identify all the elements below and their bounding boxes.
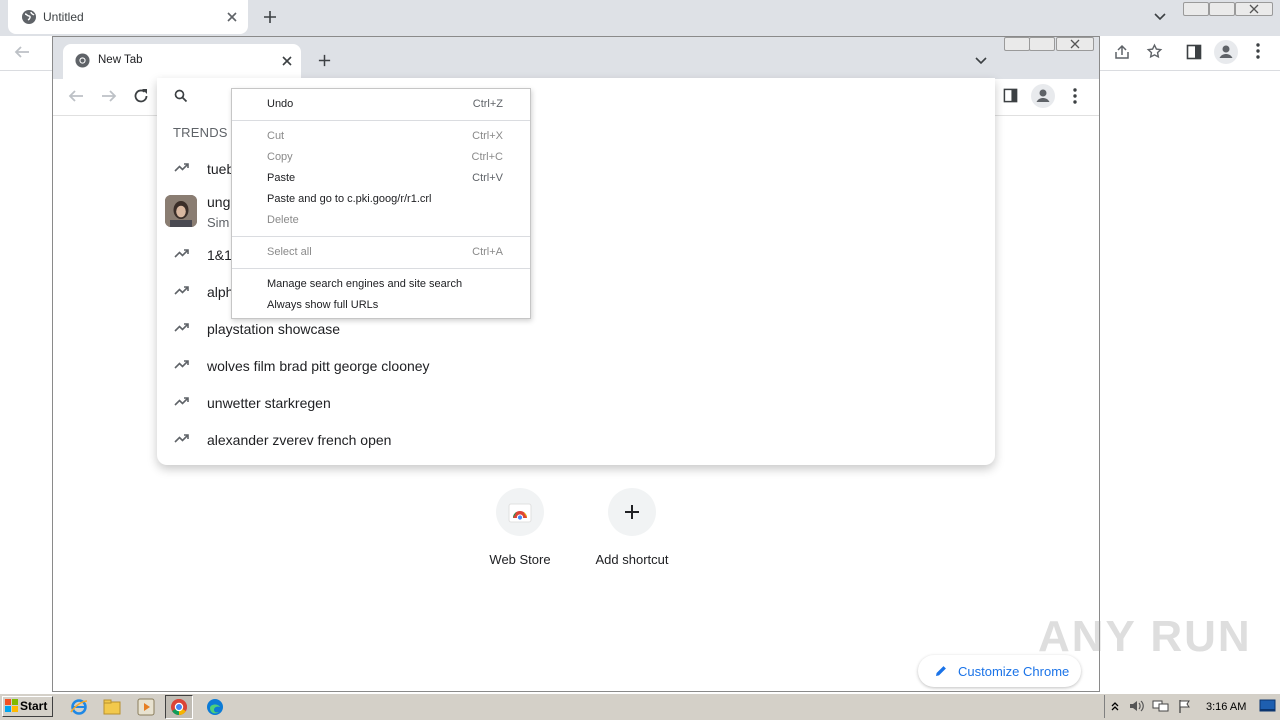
reload-icon[interactable] xyxy=(132,87,150,105)
suggestion-item[interactable]: alexander zverev french open xyxy=(207,432,391,448)
close-window-button[interactable] xyxy=(1056,37,1094,51)
customize-chrome-label: Customize Chrome xyxy=(958,664,1070,679)
close-window-button[interactable] xyxy=(1235,2,1273,16)
back-arrow-icon[interactable] xyxy=(67,88,85,104)
suggestion-item[interactable]: wolves film brad pitt george clooney xyxy=(207,358,430,374)
menu-kebab-icon[interactable] xyxy=(1073,88,1077,104)
anyrun-watermark: ANY RUN xyxy=(1038,612,1252,661)
web-store-label[interactable]: Web Store xyxy=(460,552,580,567)
menu-kebab-icon[interactable] xyxy=(1256,43,1260,59)
show-desktop-icon[interactable] xyxy=(1259,699,1276,713)
chrome-icon xyxy=(171,699,187,715)
minimize-button[interactable] xyxy=(1183,2,1209,16)
menu-item-paste-and-go[interactable]: Paste and go to c.pki.goog/r/r1.crl xyxy=(267,193,431,205)
menu-item-delete[interactable]: Delete xyxy=(267,214,299,226)
forward-arrow-icon[interactable] xyxy=(100,88,118,104)
side-panel-icon[interactable] xyxy=(1003,88,1018,103)
chrome-logo-icon xyxy=(75,53,90,68)
side-panel-icon[interactable] xyxy=(1186,44,1202,60)
menu-separator xyxy=(232,268,530,269)
trending-icon xyxy=(174,322,189,332)
share-icon[interactable] xyxy=(1113,44,1131,60)
plus-icon xyxy=(625,505,639,519)
shortcut-copy: Ctrl+C xyxy=(471,151,503,163)
profile-avatar-icon[interactable] xyxy=(1031,84,1055,108)
chrome-taskbar-button[interactable] xyxy=(165,695,193,719)
new-tab-icon[interactable] xyxy=(317,53,332,68)
tray-divider xyxy=(1104,695,1105,718)
action-center-flag-icon[interactable] xyxy=(1177,699,1193,713)
tab-search-icon[interactable] xyxy=(1153,9,1167,23)
trending-icon xyxy=(174,248,189,258)
shortcut-paste: Ctrl+V xyxy=(472,172,503,184)
trending-icon xyxy=(174,359,189,369)
new-tab-icon[interactable] xyxy=(262,9,278,25)
tray-expand-icon[interactable] xyxy=(1110,700,1120,712)
menu-item-cut[interactable]: Cut xyxy=(267,130,284,142)
globe-icon xyxy=(21,9,37,25)
bookmark-star-icon[interactable] xyxy=(1146,43,1163,60)
search-icon xyxy=(174,89,188,103)
shortcut-select-all: Ctrl+A xyxy=(472,246,503,258)
add-shortcut-label[interactable]: Add shortcut xyxy=(572,552,692,567)
restore-button[interactable] xyxy=(1029,37,1055,51)
restore-button[interactable] xyxy=(1209,2,1235,16)
web-store-shortcut[interactable] xyxy=(496,488,544,536)
trending-icon xyxy=(174,285,189,295)
minimize-button[interactable] xyxy=(1004,37,1030,51)
menu-item-paste[interactable]: Paste xyxy=(267,172,295,184)
close-tab-icon[interactable] xyxy=(225,10,239,24)
file-explorer-icon[interactable] xyxy=(102,697,124,717)
suggestion-item[interactable]: unwetter starkregen xyxy=(207,395,331,411)
back-arrow-icon[interactable] xyxy=(13,44,31,60)
menu-separator xyxy=(232,120,530,121)
pencil-icon xyxy=(934,664,948,678)
tab-title: New Tab xyxy=(98,54,143,66)
trending-icon xyxy=(174,162,189,172)
windows-logo-icon xyxy=(5,699,19,713)
volume-icon[interactable] xyxy=(1128,699,1146,713)
close-tab-icon[interactable] xyxy=(281,55,293,67)
internet-explorer-icon[interactable] xyxy=(69,697,91,717)
profile-avatar-icon[interactable] xyxy=(1214,40,1238,64)
menu-item-copy[interactable]: Copy xyxy=(267,151,293,163)
menu-item-undo[interactable]: Undo xyxy=(267,98,293,110)
menu-item-select-all[interactable]: Select all xyxy=(267,246,312,258)
suggestion-item[interactable]: alph xyxy=(207,284,233,300)
menu-item-always-show-full-urls[interactable]: Always show full URLs xyxy=(267,299,378,311)
media-player-icon[interactable] xyxy=(136,697,158,717)
avatar-thumbnail xyxy=(165,195,197,227)
suggestion-item[interactable]: ung xyxy=(207,194,230,210)
start-label: Start xyxy=(20,699,48,713)
context-menu: Undo Ctrl+Z Cut Ctrl+X Copy Ctrl+C Paste… xyxy=(231,88,531,319)
network-icon[interactable] xyxy=(1152,699,1170,713)
trending-icon xyxy=(174,433,189,443)
background-tab-title: Untitled xyxy=(43,10,84,24)
suggestion-item[interactable]: playstation showcase xyxy=(207,321,340,337)
add-shortcut-button[interactable] xyxy=(608,488,656,536)
web-store-icon xyxy=(508,503,532,523)
edge-icon[interactable] xyxy=(205,697,227,717)
tab-search-icon[interactable] xyxy=(974,55,988,67)
suggestion-item[interactable]: 1&1 xyxy=(207,247,232,263)
menu-item-manage-search-engines[interactable]: Manage search engines and site search xyxy=(267,278,462,290)
suggestion-subtext: Sim xyxy=(207,215,230,230)
shortcut-cut: Ctrl+X xyxy=(472,130,503,142)
taskbar-clock[interactable]: 3:16 AM xyxy=(1206,701,1246,713)
trending-icon xyxy=(174,396,189,406)
shortcut-undo: Ctrl+Z xyxy=(472,98,503,110)
menu-separator xyxy=(232,236,530,237)
